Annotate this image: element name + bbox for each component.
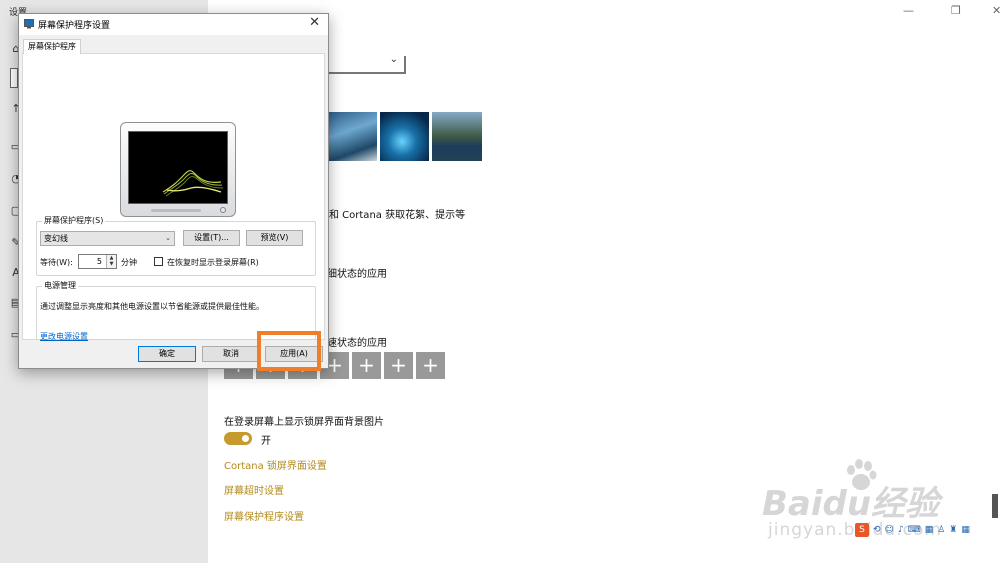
preview-button[interactable]: 预览(V) xyxy=(246,230,303,246)
screensaver-selected: 变幻线 xyxy=(44,234,68,243)
screen-timeout-link[interactable]: 屏幕超时设置 xyxy=(224,482,284,497)
dialog-title: 屏幕保护程序设置 xyxy=(38,21,111,31)
power-description: 通过调整显示亮度和其他电源设置以节省能源或提供最佳性能。 xyxy=(40,302,264,311)
toggle-knob xyxy=(242,435,249,442)
monitor-bezel-slot xyxy=(151,209,201,212)
tray-shirt-icon[interactable]: ♜ xyxy=(949,525,957,535)
screensaver-settings-link[interactable]: 屏幕保护程序设置 xyxy=(224,508,304,523)
dialog-titlebar[interactable]: 屏幕保护程序设置 ✕ xyxy=(19,14,328,35)
wait-value: 5 xyxy=(96,257,102,266)
close-icon[interactable]: ✕ xyxy=(309,15,320,30)
wait-label: 等待(W): xyxy=(40,258,73,267)
monitor-preview xyxy=(120,122,236,217)
screensaver-group-legend: 屏幕保护程序(S) xyxy=(42,215,106,226)
tray-mic-icon[interactable]: ♪ xyxy=(898,525,904,535)
tray-apps-icon[interactable]: ▦ xyxy=(961,525,970,535)
add-app-button[interactable]: + xyxy=(416,352,445,379)
watermark-main-text: Baidu经验 xyxy=(762,484,940,524)
ok-button[interactable]: 确定 xyxy=(138,346,196,362)
lockscreen-thumbnail[interactable] xyxy=(432,112,482,161)
settings-button[interactable]: 设置(T)... xyxy=(183,230,240,246)
monitor-power-button xyxy=(220,207,226,213)
chevron-down-icon: ⌄ xyxy=(165,234,171,242)
lockscreen-thumbnail[interactable] xyxy=(326,112,377,161)
ime-icon[interactable]: S xyxy=(855,523,869,537)
power-group-legend: 电源管理 xyxy=(42,280,78,291)
add-app-button[interactable]: + xyxy=(352,352,381,379)
wait-stepper[interactable]: 5 ▲ ▼ xyxy=(78,254,117,269)
chevron-down-icon: ⌄ xyxy=(389,54,398,65)
cortana-tips-text: 和 Cortana 获取花絮、提示等 xyxy=(329,210,466,221)
resume-checkbox[interactable] xyxy=(154,257,163,266)
cancel-button[interactable]: 取消 xyxy=(202,346,260,362)
tray-grid-icon[interactable]: ▦ xyxy=(925,525,934,535)
tray-person-icon[interactable]: ♙ xyxy=(937,525,945,535)
add-app-button[interactable]: + xyxy=(384,352,413,379)
resume-label: 在恢复时显示登录屏幕(R) xyxy=(167,258,259,267)
restore-icon[interactable]: ❐ xyxy=(951,4,961,17)
lock-background-toggle[interactable] xyxy=(224,432,252,445)
detailed-status-text: 细状态的应用 xyxy=(327,269,387,280)
tray-sync-icon[interactable]: ⟲ xyxy=(873,525,881,535)
lockscreen-thumbnail[interactable] xyxy=(380,112,429,161)
mystify-preview xyxy=(162,170,224,197)
tray-face-icon[interactable]: ☺ xyxy=(885,525,894,535)
scrollbar[interactable] xyxy=(992,494,998,518)
change-power-settings-link[interactable]: 更改电源设置 xyxy=(40,331,88,342)
screensaver-select[interactable]: 变幻线 ⌄ xyxy=(40,231,175,246)
screensaver-group: 屏幕保护程序(S) 变幻线 ⌄ 设置(T)... 预览(V) 等待(W): 5 … xyxy=(36,215,316,276)
screensaver-dialog: 屏幕保护程序设置 ✕ 屏幕保护程序 屏幕保护程序(S) 变幻线 ⌄ 设置(T).… xyxy=(18,13,329,369)
tab-screensaver[interactable]: 屏幕保护程序 xyxy=(23,39,81,54)
apply-button-highlight xyxy=(257,331,321,371)
cortana-lockscreen-link[interactable]: Cortana 锁屏界面设置 xyxy=(224,457,327,472)
toggle-state-text: 开 xyxy=(261,436,271,447)
sidebar-search-input[interactable] xyxy=(10,68,18,88)
tab-panel: 屏幕保护程序(S) 变幻线 ⌄ 设置(T)... 预览(V) 等待(W): 5 … xyxy=(22,53,325,342)
lock-background-label: 在登录屏幕上显示锁屏界面背景图片 xyxy=(224,417,384,428)
minimize-icon[interactable]: — xyxy=(903,4,914,17)
quick-status-text: 速状态的应用 xyxy=(327,338,387,349)
stepper-arrows-icon[interactable]: ▲ ▼ xyxy=(106,255,116,268)
wait-unit: 分钟 xyxy=(121,258,137,267)
tray-keyboard-icon[interactable]: ⌨ xyxy=(908,525,921,535)
system-tray: S ⟲ ☺ ♪ ⌨ ▦ ♙ ♜ ▦ xyxy=(853,521,1000,539)
monitor-icon xyxy=(24,19,34,29)
preview-screen xyxy=(128,131,228,204)
close-window-icon[interactable]: ✕ xyxy=(992,4,1000,17)
